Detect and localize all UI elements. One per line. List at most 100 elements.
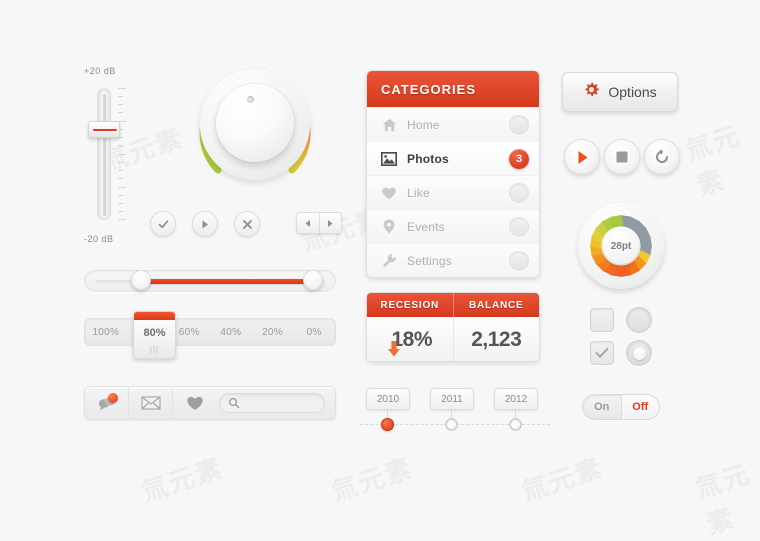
timeline-node-active[interactable] — [381, 418, 394, 431]
volume-fader[interactable]: +20 dB -20 dB — [78, 66, 150, 244]
mail-button[interactable] — [129, 387, 173, 419]
category-badge: 3 — [509, 148, 529, 169]
radio-unselected[interactable] — [626, 307, 652, 333]
gauge-value: 28pt — [603, 228, 639, 264]
zoom-option-20[interactable]: 20% — [252, 327, 294, 338]
zoom-option-100[interactable]: 100% — [85, 327, 127, 338]
category-label: Events — [407, 219, 445, 234]
volume-knob[interactable] — [192, 62, 318, 188]
timeline-label: 2011 — [430, 388, 474, 410]
fader-handle[interactable] — [88, 121, 120, 138]
fader-max-label: +20 dB — [84, 66, 116, 76]
radio-selected[interactable] — [626, 340, 652, 366]
toggle-off-label[interactable]: Off — [620, 395, 659, 419]
check-icon — [595, 347, 609, 358]
category-row-photos[interactable]: Photos 3 — [367, 141, 539, 175]
play-button[interactable] — [564, 139, 600, 175]
timeline-node[interactable] — [509, 418, 522, 431]
prev-button[interactable] — [297, 213, 320, 233]
watermark: 氚元素 — [328, 453, 418, 509]
zoom-option-40[interactable]: 40% — [210, 327, 252, 338]
range-slider-handle-start[interactable] — [131, 270, 151, 290]
range-slider-fill — [141, 279, 311, 284]
category-label: Photos — [407, 151, 449, 166]
options-button[interactable]: Options — [562, 72, 678, 112]
category-row-events[interactable]: Events — [367, 209, 539, 243]
stats-value-recession: 18% — [367, 317, 454, 361]
stats-value-row: 18% 2,123 — [367, 317, 539, 361]
category-toggle[interactable] — [509, 182, 529, 203]
search-input[interactable] — [219, 393, 325, 413]
play-icon — [578, 150, 587, 164]
category-toggle[interactable] — [509, 114, 529, 135]
zoom-selector-thumb[interactable]: 80% ||| — [133, 311, 176, 359]
categories-header: CATEGORIES — [367, 71, 539, 107]
stop-icon — [616, 151, 628, 163]
check-icon — [158, 219, 168, 228]
category-row-home[interactable]: Home — [367, 107, 539, 141]
home-icon — [377, 118, 401, 132]
timeline-item-2010[interactable]: 2010 — [366, 388, 410, 431]
timeline-item-2011[interactable]: 2011 — [430, 388, 474, 431]
segmented-gauge[interactable]: 28pt — [578, 203, 664, 289]
wrench-icon — [377, 253, 401, 268]
chat-button[interactable] — [85, 387, 129, 419]
check-button[interactable] — [150, 211, 176, 237]
zoom-selected-value: 80% — [143, 326, 166, 339]
on-off-toggle[interactable]: On Off — [582, 394, 660, 420]
pin-icon — [377, 219, 401, 234]
category-row-settings[interactable]: Settings — [367, 243, 539, 277]
stats-header-row: RECESION BALANCE — [367, 293, 539, 317]
toggle-on-label[interactable]: On — [583, 395, 621, 419]
range-slider-handle-end[interactable] — [303, 270, 323, 290]
heart-icon — [187, 396, 203, 410]
photo-icon — [377, 151, 401, 166]
category-label: Like — [407, 185, 430, 200]
fader-handle-indicator — [93, 129, 117, 131]
category-toggle[interactable] — [509, 250, 529, 271]
watermark: 氚元素 — [138, 453, 228, 509]
watermark: 氚元素 — [682, 121, 745, 203]
timeline-label: 2010 — [366, 388, 410, 410]
mail-icon — [140, 396, 161, 410]
categories-panel: CATEGORIES Home Photos 3 Like Events Set… — [366, 70, 540, 278]
radio-dot — [632, 346, 646, 360]
close-icon — [242, 219, 252, 229]
chevron-right-icon — [328, 219, 333, 227]
knob-indicator-dot — [247, 96, 254, 103]
checkbox-unchecked[interactable] — [590, 308, 614, 332]
zoom-selector[interactable]: 100% 80% 60% 40% 20% 0% — [84, 318, 336, 346]
favorite-button[interactable] — [173, 387, 217, 419]
play-icon — [202, 220, 208, 228]
watermark: 氚元素 — [518, 453, 608, 509]
fader-track[interactable] — [97, 88, 111, 220]
options-button-label: Options — [608, 84, 657, 100]
next-button[interactable] — [320, 213, 342, 233]
timeline-node[interactable] — [445, 418, 458, 431]
gear-icon — [583, 82, 600, 102]
prev-next-control[interactable] — [296, 212, 342, 234]
watermark: 氚元素 — [691, 459, 755, 541]
checkbox-checked[interactable] — [590, 341, 614, 365]
category-row-like[interactable]: Like — [367, 175, 539, 209]
range-slider[interactable] — [84, 270, 336, 292]
stop-button[interactable] — [604, 139, 640, 175]
category-toggle[interactable] — [509, 216, 529, 237]
timeline: 2010 2011 2012 — [360, 388, 550, 436]
category-label: Home — [407, 117, 440, 132]
stats-widget: RECESION BALANCE 18% 2,123 — [366, 292, 540, 362]
bottom-toolbar[interactable] — [84, 386, 336, 420]
zoom-option-0[interactable]: 0% — [293, 327, 335, 338]
zoom-thumb-accent-bar — [134, 312, 175, 320]
refresh-button[interactable] — [644, 139, 680, 175]
knob-cap[interactable] — [216, 84, 294, 162]
play-button[interactable] — [192, 211, 218, 237]
fader-min-label: -20 dB — [84, 234, 114, 244]
heart-icon — [377, 186, 401, 200]
timeline-label: 2012 — [494, 388, 538, 410]
close-button[interactable] — [234, 211, 260, 237]
chevron-left-icon — [305, 219, 310, 227]
timeline-item-2012[interactable]: 2012 — [494, 388, 538, 431]
refresh-icon — [656, 149, 668, 163]
zoom-thumb-grip: ||| — [149, 345, 160, 354]
